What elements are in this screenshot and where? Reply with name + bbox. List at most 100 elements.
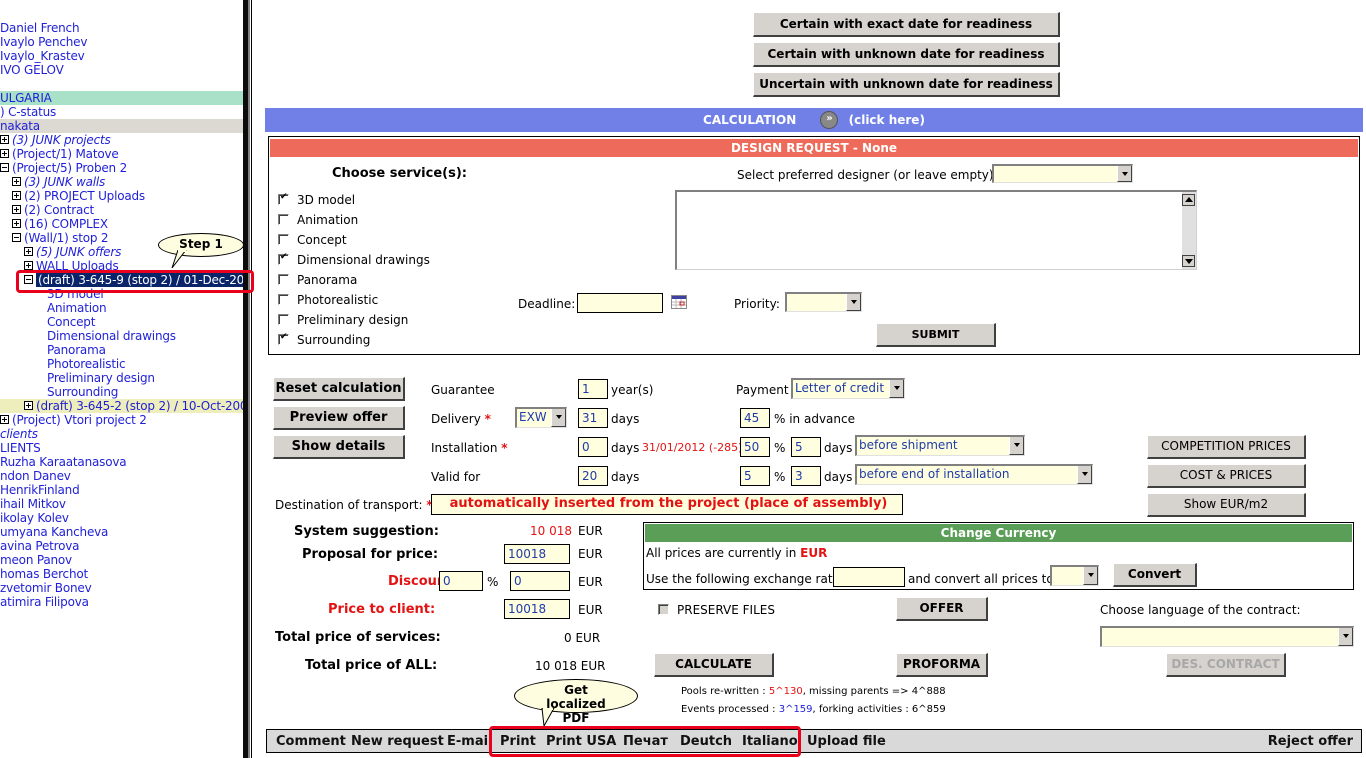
- proposal-price-input[interactable]: 10018: [504, 544, 570, 564]
- reject-offer-link[interactable]: Reject offer: [1268, 734, 1353, 749]
- payment3-days-input[interactable]: 3: [791, 466, 821, 486]
- expand-icon[interactable]: [12, 219, 21, 228]
- tree-item-label[interactable]: Panorama: [47, 343, 106, 357]
- tree-item-label[interactable]: ihail Mitkov: [0, 497, 66, 511]
- tree-item[interactable]: atimira Filipova: [0, 595, 89, 609]
- tree-item-label[interactable]: Photorealistic: [47, 357, 126, 371]
- proforma-button[interactable]: PROFORMA: [896, 653, 988, 677]
- calculation-click-here-link[interactable]: (click here): [849, 113, 925, 127]
- tree-item-label[interactable]: Daniel French: [0, 21, 80, 35]
- calendar-icon[interactable]: [671, 295, 687, 309]
- payment2-percent-input[interactable]: 50: [740, 437, 770, 457]
- tree-item-label[interactable]: nakata: [0, 119, 40, 133]
- tree-item-label[interactable]: Dimensional drawings: [47, 329, 176, 343]
- designer-select[interactable]: [992, 164, 1133, 183]
- submit-button[interactable]: SUBMIT: [876, 323, 996, 347]
- tree-item[interactable]: zvetomir Bonev: [0, 581, 92, 595]
- tree-item-label[interactable]: Surrounding: [47, 385, 118, 399]
- tree-item[interactable]: Preliminary design: [0, 371, 155, 385]
- tree-item-label[interactable]: homas Berchot: [0, 567, 88, 581]
- tree-item-label[interactable]: atimira Filipova: [0, 595, 89, 609]
- tree-item-label[interactable]: Ruzha Karaatanasova: [0, 455, 127, 469]
- tree-item-label[interactable]: (Wall/1) stop 2: [24, 231, 109, 245]
- tree-item[interactable]: Photorealistic: [0, 357, 126, 371]
- calculate-button[interactable]: CALCULATE: [654, 653, 774, 677]
- tree-item-label[interactable]: (5) JUNK offers: [36, 245, 121, 259]
- tree-node[interactable]: (Wall/1) stop 2: [0, 231, 109, 245]
- tree-node[interactable]: (16) COMPLEX: [0, 217, 108, 231]
- tree-item[interactable]: Panorama: [0, 343, 106, 357]
- tree-item[interactable]: LIENTS: [0, 441, 41, 455]
- tree-item-label[interactable]: HenrikFinland: [0, 483, 80, 497]
- tree-item[interactable]: homas Berchot: [0, 567, 88, 581]
- tree-item-label[interactable]: Animation: [47, 301, 107, 315]
- tree-item-label[interactable]: ULGARIA: [0, 91, 52, 105]
- tree-item[interactable]: Ivaylo Penchev: [0, 35, 87, 49]
- service-checkbox[interactable]: [278, 274, 289, 285]
- tree-item[interactable]: nakata: [0, 119, 244, 133]
- tree-item-label[interactable]: avina Petrova: [0, 539, 80, 553]
- exchange-rate-input[interactable]: [833, 567, 905, 587]
- reset-calculation-button[interactable]: Reset calculation: [273, 377, 405, 401]
- discount-eur-input[interactable]: 0: [510, 571, 570, 591]
- tree-item-label[interactable]: Concept: [47, 315, 95, 329]
- certain-exact-date-button[interactable]: Certain with exact date for readiness: [753, 12, 1060, 37]
- competition-prices-button[interactable]: COMPETITION PRICES: [1147, 435, 1306, 459]
- tree-item-label[interactable]: clients: [0, 427, 38, 441]
- payment3-condition-select[interactable]: before end of installation: [855, 464, 1093, 485]
- tree-item[interactable]: umyana Kancheva: [0, 525, 108, 539]
- new-request-link[interactable]: New request: [351, 734, 444, 749]
- tree-item[interactable]: ihail Mitkov: [0, 497, 66, 511]
- des-contract-button[interactable]: DES. CONTRACT: [1166, 653, 1286, 677]
- tree-item-label[interactable]: (3) JUNK walls: [24, 175, 105, 189]
- expand-icon[interactable]: [12, 191, 21, 200]
- service-checkbox[interactable]: [278, 234, 289, 245]
- contract-language-select[interactable]: [1100, 626, 1354, 647]
- target-currency-select[interactable]: [1050, 565, 1099, 586]
- service-checkbox[interactable]: [278, 332, 289, 345]
- payment-select[interactable]: Letter of credit: [791, 378, 905, 399]
- guarantee-input[interactable]: 1: [578, 379, 608, 399]
- tree-item[interactable]: Daniel French: [0, 21, 80, 35]
- expand-icon[interactable]: [0, 415, 9, 424]
- scroll-down-icon[interactable]: [1182, 255, 1195, 267]
- tree-item-label[interactable]: (Project/5) Proben 2: [12, 161, 127, 175]
- tree-item-label[interactable]: (draft) 3-645-2 (stop 2) / 10-Oct-200: [36, 399, 244, 413]
- show-details-button[interactable]: Show details: [273, 435, 405, 459]
- delivery-term-select[interactable]: EXW: [515, 407, 567, 428]
- service-checkbox[interactable]: [278, 192, 289, 205]
- tree-item-label[interactable]: IVO GELOV: [0, 63, 64, 77]
- tree-item[interactable]: ndon Danev: [0, 469, 71, 483]
- tree-item-label[interactable]: Ivaylo_Krastev: [0, 49, 85, 63]
- tree-node[interactable]: (Project/1) Matove: [0, 147, 119, 161]
- offer-button[interactable]: OFFER: [896, 597, 988, 621]
- tree-node[interactable]: (5) JUNK offers: [0, 245, 121, 259]
- tree-item-label[interactable]: umyana Kancheva: [0, 525, 108, 539]
- certain-unknown-date-button[interactable]: Certain with unknown date for readiness: [753, 42, 1060, 67]
- frame-divider[interactable]: [243, 0, 253, 758]
- service-checkbox[interactable]: [278, 214, 289, 225]
- tree-item[interactable]: Concept: [0, 315, 95, 329]
- tree-item-label[interactable]: (3) JUNK projects: [12, 133, 111, 147]
- show-eur-m2-button[interactable]: Show EUR/m2: [1147, 493, 1306, 517]
- tree-item[interactable]: Surrounding: [0, 385, 118, 399]
- tree-item-label[interactable]: Ivaylo Penchev: [0, 35, 87, 49]
- tree-node[interactable]: (draft) 3-645-2 (stop 2) / 10-Oct-200: [0, 399, 244, 413]
- tree-item-label[interactable]: ndon Danev: [0, 469, 71, 483]
- double-chevron-down-icon[interactable]: »: [820, 110, 839, 129]
- tree-node[interactable]: (3) JUNK projects: [0, 133, 111, 147]
- tree-item[interactable]: Dimensional drawings: [0, 329, 176, 343]
- tree-item-label[interactable]: (Project) Vtori project 2: [12, 413, 147, 427]
- cost-prices-button[interactable]: COST & PRICES: [1147, 464, 1306, 488]
- expand-icon[interactable]: [0, 149, 9, 158]
- tree-item-label[interactable]: (2) Contract: [24, 203, 94, 217]
- tree-node[interactable]: (Project) Vtori project 2: [0, 413, 147, 427]
- delivery-days-input[interactable]: 31: [578, 408, 608, 428]
- payment3-percent-input[interactable]: 5: [740, 466, 770, 486]
- priority-select[interactable]: [785, 292, 862, 312]
- tree-item[interactable]: IVO GELOV: [0, 63, 64, 77]
- tree-item[interactable]: meon Panov: [0, 553, 72, 567]
- payment2-days-input[interactable]: 5: [791, 437, 821, 457]
- collapse-icon[interactable]: [0, 163, 9, 172]
- discount-percent-input[interactable]: 0: [439, 571, 483, 591]
